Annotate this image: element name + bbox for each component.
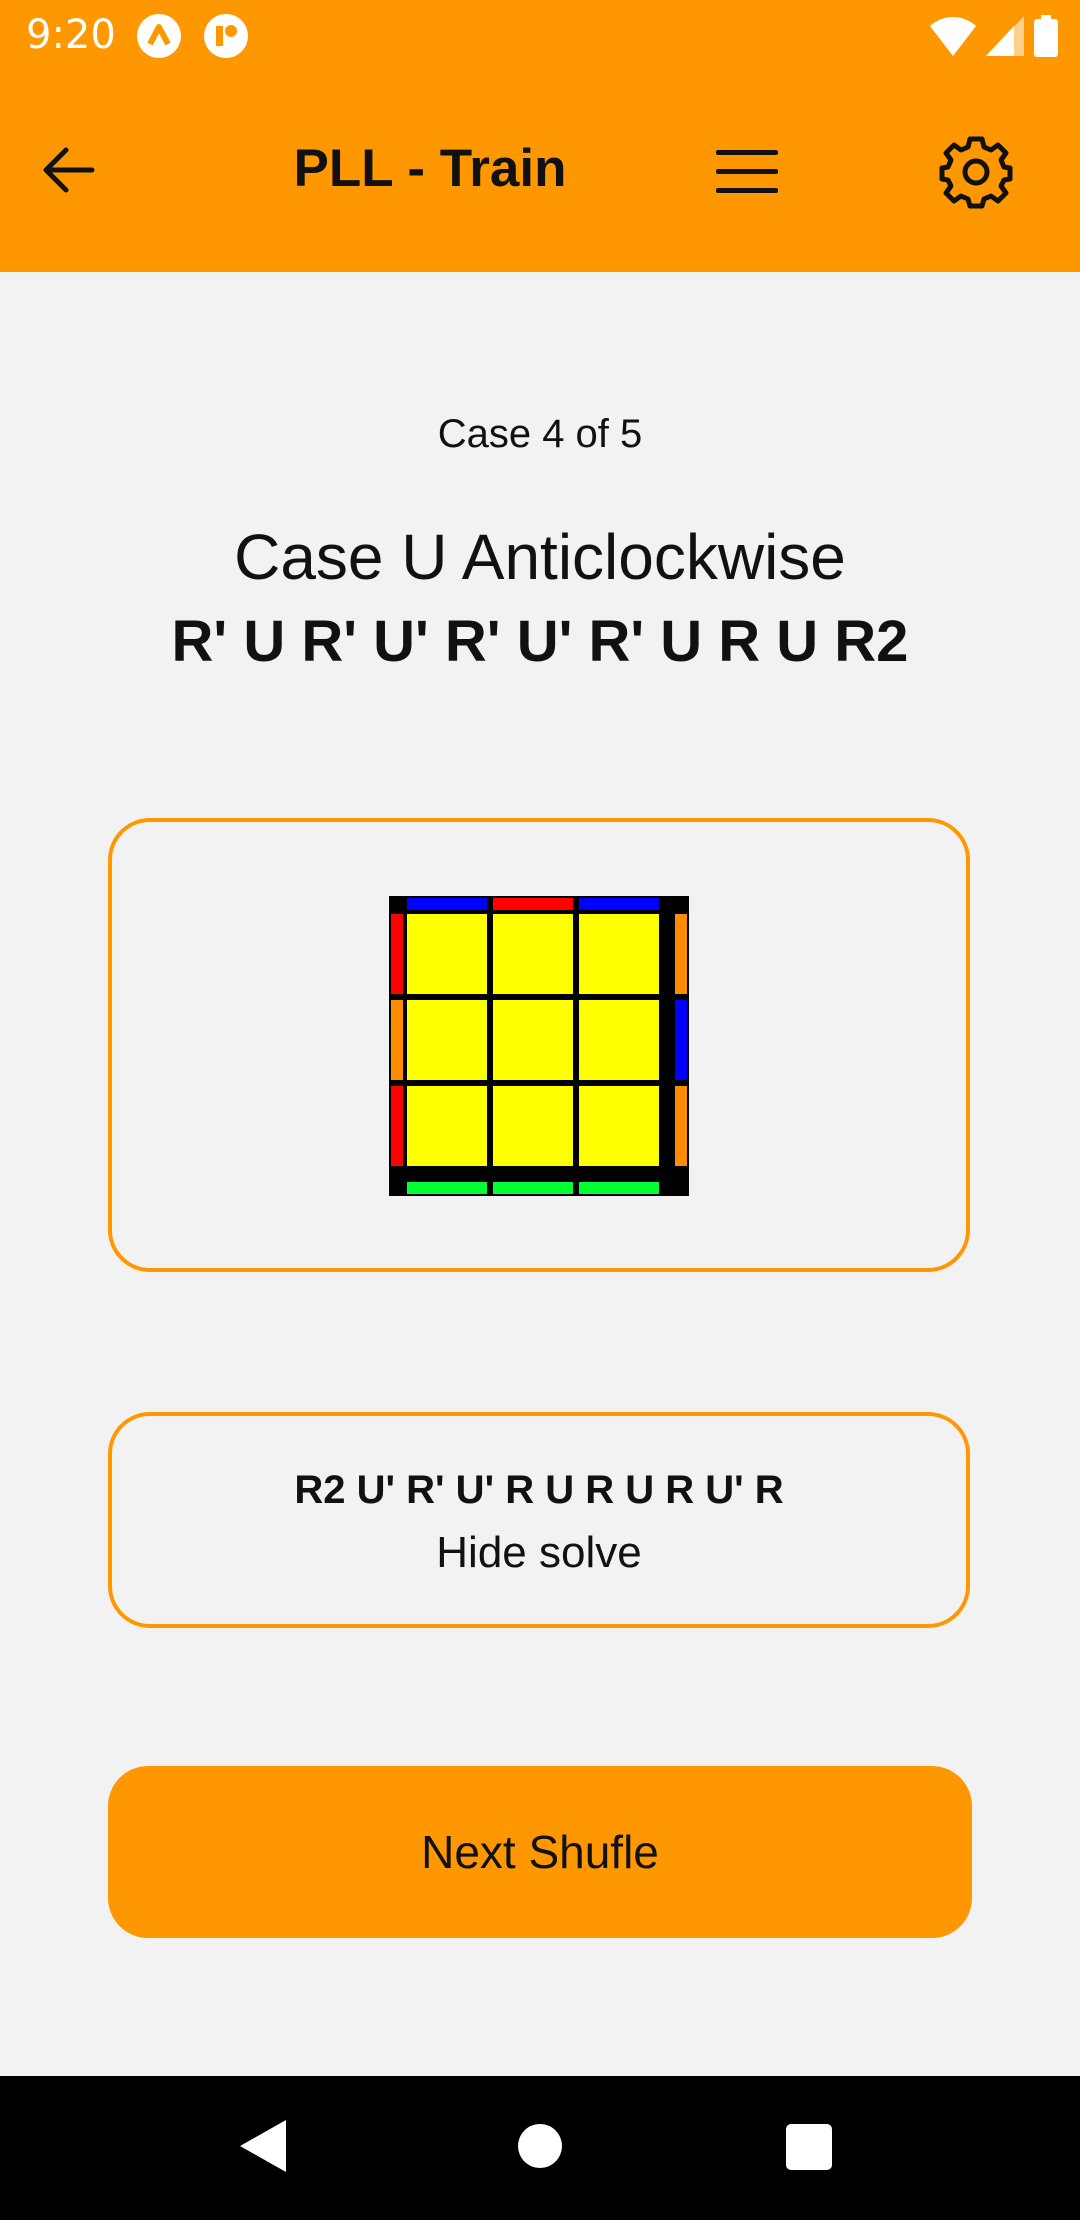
cube-sticker	[407, 1000, 487, 1080]
cube-sticker	[493, 914, 573, 994]
cube-right-edge	[675, 1086, 687, 1166]
cube-right-edge	[675, 914, 687, 994]
cube-left-edge	[391, 1000, 403, 1080]
case-algorithm: R' U R' U' R' U' R' U R U R2	[171, 609, 909, 674]
arrow-left-icon	[43, 147, 95, 193]
cube-sticker	[579, 1000, 659, 1080]
next-shuffle-button[interactable]: Next Shufle	[108, 1766, 972, 1938]
wifi-icon	[930, 17, 976, 56]
cube-sticker	[579, 914, 659, 994]
navigation-bar	[0, 2076, 1080, 2220]
app-bar: PLL - Train	[0, 72, 1080, 272]
menu-button[interactable]	[705, 134, 789, 210]
battery-icon	[1034, 15, 1058, 57]
case-counter: Case 4 of 5	[437, 412, 643, 456]
status-time: 9:20	[26, 12, 116, 58]
cellular-signal-icon	[986, 16, 1024, 56]
cube-sticker	[493, 1000, 573, 1080]
cube-back-edge	[407, 898, 487, 910]
cube-front-edge	[493, 1182, 573, 1194]
page-title: PLL - Train	[293, 139, 567, 198]
status-bar: 9:20	[0, 0, 1080, 72]
app-r-icon	[204, 14, 248, 58]
cube-front-edge	[407, 1182, 487, 1194]
cube-left-edge	[391, 914, 403, 994]
cube-front-edge	[579, 1182, 659, 1194]
nav-home-icon[interactable]	[518, 2124, 562, 2168]
cube-back-edge	[493, 898, 573, 910]
gear-icon	[939, 136, 1013, 209]
solve-card[interactable]: R2 U' R' U' R U R U R U' R Hide solve	[108, 1412, 970, 1628]
solve-algorithm: R2 U' R' U' R U R U R U' R	[294, 1468, 784, 1512]
settings-button[interactable]	[932, 128, 1020, 216]
cube-sticker	[579, 1086, 659, 1166]
cube-sticker	[493, 1086, 573, 1166]
back-button[interactable]	[28, 130, 108, 210]
hide-solve-toggle[interactable]: Hide solve	[112, 1528, 966, 1578]
case-name: Case U Anticlockwise	[234, 521, 846, 593]
cube-right-edge	[675, 1000, 687, 1080]
app-a-icon	[137, 14, 181, 58]
cube-top-diagram	[389, 896, 689, 1196]
cube-back-edge	[579, 898, 659, 910]
nav-recents-icon[interactable]	[786, 2124, 832, 2170]
cube-sticker	[407, 1086, 487, 1166]
nav-back-icon[interactable]	[240, 2120, 286, 2172]
cube-left-edge	[391, 1086, 403, 1166]
hamburger-menu-icon	[716, 150, 778, 193]
cube-sticker	[407, 914, 487, 994]
